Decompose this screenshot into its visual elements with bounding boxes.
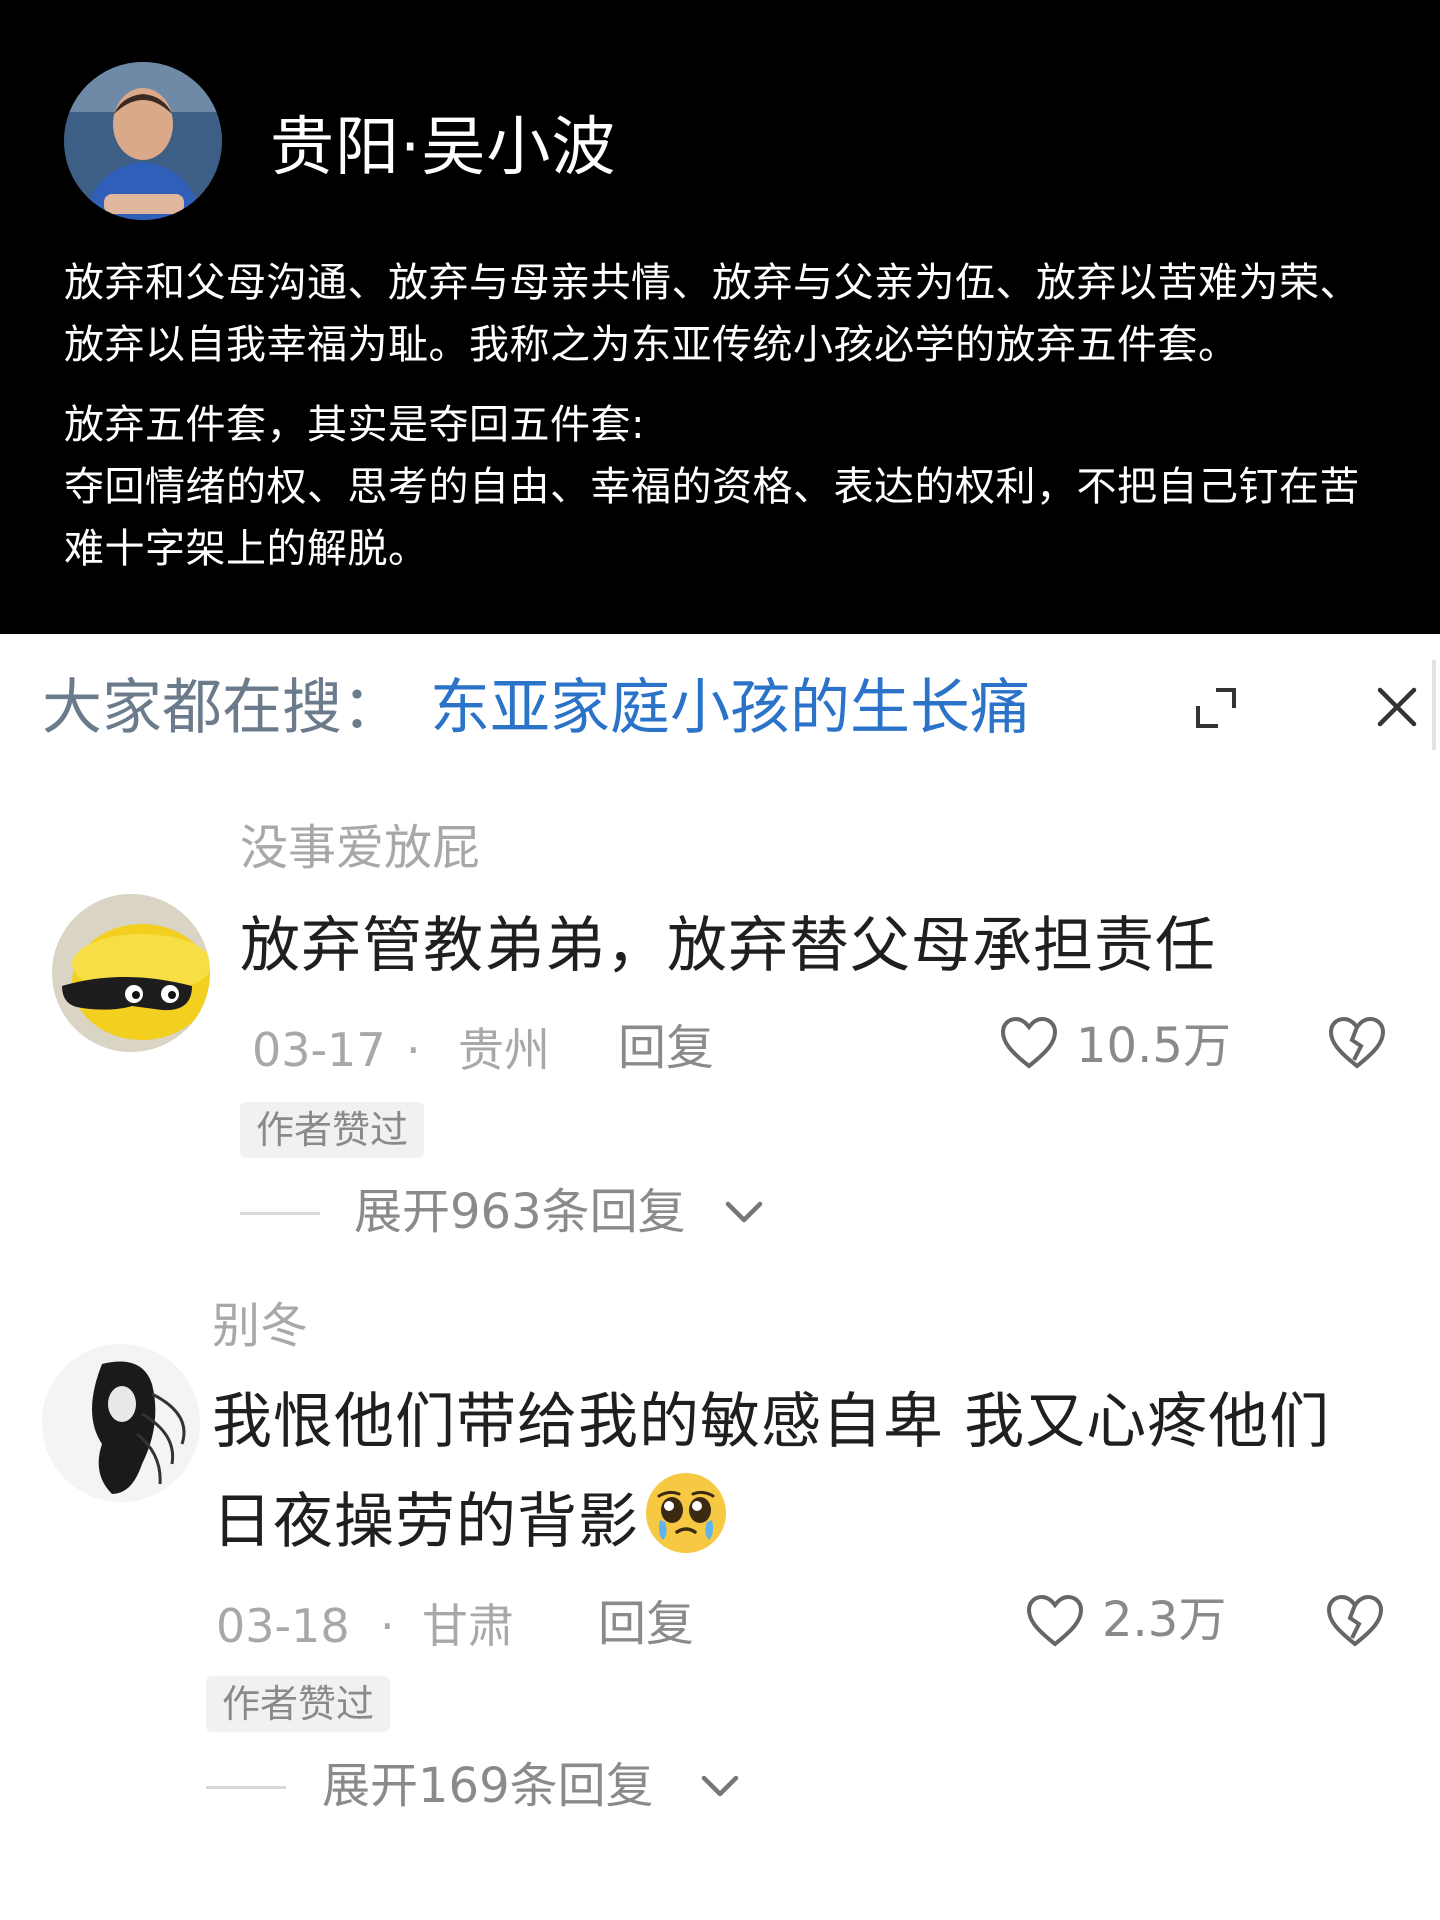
close-icon[interactable]	[1372, 682, 1422, 732]
search-term-link[interactable]: 东亚家庭小孩的生长痛	[430, 670, 1030, 746]
avatar-image	[52, 894, 210, 1052]
like-heart-icon[interactable]	[1000, 1016, 1058, 1070]
comment-text-line-2-content: 日夜操劳的背影	[212, 1487, 639, 1557]
author-avatar[interactable]	[64, 62, 222, 220]
post-paragraph-2-line-1: 放弃五件套，其实是夺回五件套:	[64, 402, 645, 448]
expand-icon[interactable]	[1194, 686, 1238, 730]
expand-divider	[206, 1786, 286, 1789]
post-paragraph-2-line-2: 夺回情绪的权、思考的自由、幸福的资格、表达的权利，不把自己钉在苦难十字架上的解脱…	[64, 464, 1360, 572]
post-card: 贵阳·吴小波 放弃和父母沟通、放弃与母亲共情、放弃与父亲为伍、放弃以苦难为荣、放…	[0, 0, 1440, 634]
reply-button[interactable]: 回复	[598, 1594, 694, 1654]
comment-avatar[interactable]	[52, 894, 210, 1052]
expand-replies-button[interactable]: 展开169条回复	[322, 1756, 654, 1816]
expand-divider	[240, 1212, 320, 1215]
meta-separator: ·	[380, 1599, 395, 1653]
comment-date: 03-17	[252, 1023, 386, 1077]
author-liked-badge: 作者赞过	[206, 1676, 391, 1732]
chevron-down-icon[interactable]	[700, 1774, 740, 1798]
reply-button[interactable]: 回复	[618, 1018, 714, 1078]
comment-avatar[interactable]	[42, 1344, 200, 1502]
dislike-broken-heart-icon[interactable]	[1328, 1016, 1386, 1070]
author-avatar-image	[64, 62, 222, 220]
dislike-broken-heart-icon[interactable]	[1326, 1594, 1384, 1648]
comment-username[interactable]: 别冬	[212, 1296, 308, 1356]
post-paragraph-2: 放弃五件套，其实是夺回五件套: 夺回情绪的权、思考的自由、幸福的资格、表达的权利…	[64, 394, 1394, 580]
pleading-face-emoji	[646, 1473, 726, 1553]
scroll-edge	[1432, 660, 1436, 750]
chevron-down-icon[interactable]	[724, 1200, 764, 1224]
like-count: 10.5万	[1076, 1018, 1231, 1074]
comment-date: 03-18	[216, 1599, 350, 1653]
author-liked-badge: 作者赞过	[240, 1102, 425, 1158]
search-prefix: 大家都在搜：	[42, 673, 402, 743]
post-paragraph-1: 放弃和父母沟通、放弃与母亲共情、放弃与父亲为伍、放弃以苦难为荣、放弃以自我幸福为…	[64, 260, 1360, 368]
comment-text: 放弃管教弟弟，放弃替父母承担责任	[240, 911, 1216, 981]
like-heart-icon[interactable]	[1026, 1594, 1084, 1648]
expand-replies-button[interactable]: 展开963条回复	[354, 1182, 686, 1242]
author-name[interactable]: 贵阳·吴小波	[270, 108, 616, 188]
meta-separator: ·	[406, 1023, 421, 1077]
comment-text-line-2: 日夜操劳的背影	[212, 1470, 1330, 1570]
comment-text: 我恨他们带给我的敏感自卑 我又心疼他们 日夜操劳的背影	[212, 1374, 1330, 1570]
comment-username[interactable]: 没事爱放屁	[240, 818, 480, 878]
comment-text-line-1: 我恨他们带给我的敏感自卑 我又心疼他们	[212, 1387, 1331, 1457]
comment-location: 贵州	[458, 1023, 550, 1077]
avatar-image	[42, 1344, 200, 1502]
comment-location: 甘肃	[422, 1599, 514, 1653]
like-count: 2.3万	[1102, 1592, 1227, 1648]
